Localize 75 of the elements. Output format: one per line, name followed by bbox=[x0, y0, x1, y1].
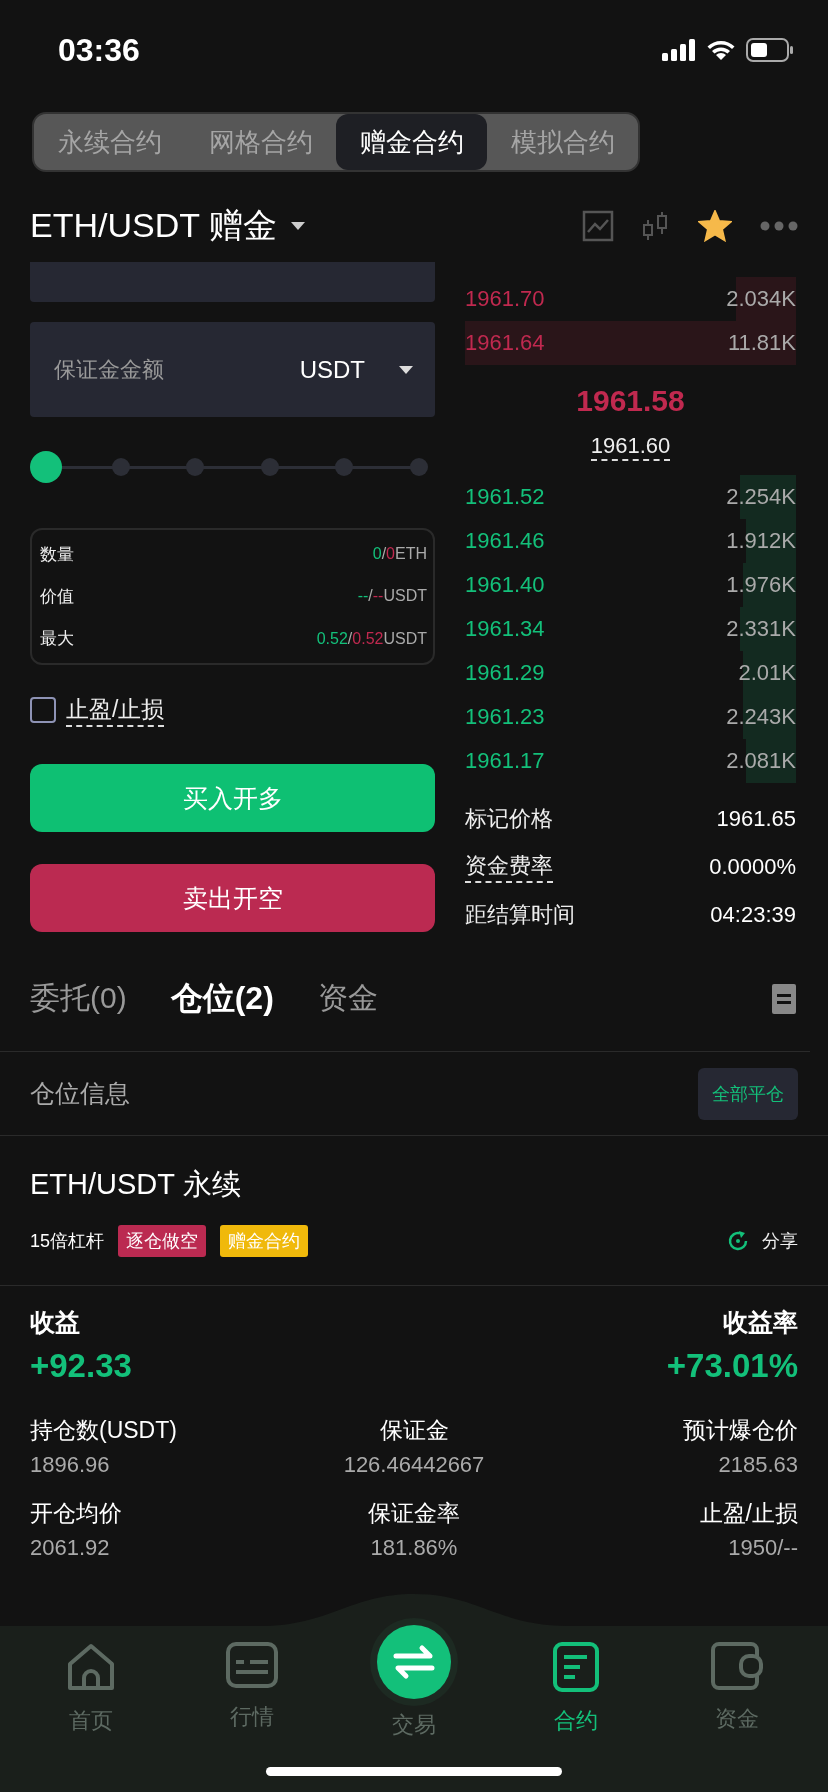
summary-label: 价值 bbox=[40, 586, 74, 608]
bid-row[interactable]: 1961.52 2.254K bbox=[465, 475, 796, 519]
home-icon[interactable] bbox=[65, 1642, 116, 1692]
info-label[interactable]: 资金费率 bbox=[465, 851, 553, 883]
sell-short-button[interactable]: 卖出开空 bbox=[30, 864, 435, 932]
summary-label: 数量 bbox=[40, 543, 74, 566]
pnl-value: +92.33 bbox=[30, 1347, 132, 1385]
position-title: ETH/USDT 永续 bbox=[30, 1166, 242, 1202]
bid-row[interactable]: 1961.34 2.331K bbox=[465, 607, 796, 651]
stat-label: 开仓均价 bbox=[30, 1499, 123, 1528]
contract-tab[interactable]: 赠金合约 bbox=[336, 114, 487, 170]
stat-value: 1896.96 bbox=[30, 1452, 111, 1478]
caret-icon[interactable] bbox=[399, 365, 413, 374]
more-icon[interactable] bbox=[760, 221, 798, 231]
bid-row[interactable]: 1961.46 1.912K bbox=[465, 519, 796, 563]
section-title: 仓位信息 bbox=[30, 1078, 130, 1109]
mark-price[interactable]: 1961.60 bbox=[590, 433, 671, 461]
signal-icon bbox=[662, 39, 696, 61]
status-time: 03:36 bbox=[58, 31, 140, 69]
nav-tab[interactable]: 合约 bbox=[515, 1642, 636, 1740]
stat-label: 保证金 bbox=[379, 1416, 449, 1445]
candlestick-icon[interactable] bbox=[642, 210, 670, 242]
order-type-field[interactable] bbox=[30, 262, 435, 302]
pnl-rate-label: 收益率 bbox=[723, 1307, 798, 1338]
position-tag: 逐仓做空 bbox=[118, 1224, 207, 1257]
summary-value: 0.52/0.52USDT bbox=[316, 629, 427, 648]
share-icon[interactable] bbox=[726, 1228, 750, 1253]
stat-value: 126.46442667 bbox=[343, 1452, 485, 1478]
pair-title[interactable]: ETH/USDT 赠金 bbox=[30, 203, 277, 249]
stat-value: 2185.63 bbox=[718, 1452, 798, 1478]
unit-selector[interactable]: USDT bbox=[299, 355, 365, 384]
line-chart-icon[interactable] bbox=[582, 210, 614, 242]
stat-value: 1950/-- bbox=[728, 1535, 798, 1561]
battery-icon bbox=[746, 38, 794, 62]
wifi-icon bbox=[706, 39, 736, 61]
pnl-rate-value: +73.01% bbox=[666, 1347, 798, 1385]
info-value: 04:23:39 bbox=[710, 902, 796, 928]
wallet-icon[interactable] bbox=[711, 1642, 764, 1690]
position-tab[interactable]: 资金 bbox=[317, 978, 378, 1019]
swap-icon[interactable] bbox=[376, 1624, 452, 1700]
summary-label: 最大 bbox=[40, 628, 74, 651]
ask-row[interactable]: 1961.64 11.81K bbox=[465, 321, 796, 365]
stat-label: 预计爆仓价 bbox=[683, 1416, 798, 1445]
ask-row[interactable]: 1961.70 2.034K bbox=[465, 277, 796, 321]
info-value: 1961.65 bbox=[716, 806, 796, 832]
info-label: 标记价格 bbox=[465, 805, 553, 833]
summary-value: 0/0ETH bbox=[372, 545, 427, 564]
pnl-label: 收益 bbox=[30, 1307, 81, 1338]
tp-sl-label[interactable]: 止盈/止损 bbox=[66, 693, 165, 727]
leverage-label: 15倍杠杆 bbox=[30, 1229, 105, 1253]
stat-label: 持仓数(USDT) bbox=[30, 1416, 178, 1445]
document-icon[interactable] bbox=[552, 1642, 599, 1692]
stat-label: 保证金率 bbox=[368, 1499, 460, 1528]
bid-row[interactable]: 1961.17 2.081K bbox=[465, 739, 796, 783]
stat-value: 2061.92 bbox=[30, 1535, 111, 1561]
last-price: 1961.58 bbox=[575, 383, 686, 419]
caret-icon[interactable] bbox=[290, 222, 305, 230]
close-all-button[interactable]: 全部平仓 bbox=[698, 1067, 798, 1120]
bid-row[interactable]: 1961.29 2.01K bbox=[465, 651, 796, 695]
star-icon[interactable] bbox=[698, 210, 732, 242]
margin-input[interactable]: 保证金金额 bbox=[52, 355, 280, 384]
info-label: 距结算时间 bbox=[465, 901, 575, 929]
info-value: 0.0000% bbox=[709, 854, 796, 880]
position-tab[interactable]: 委托(0) bbox=[30, 978, 127, 1019]
position-tab[interactable]: 仓位(2) bbox=[170, 976, 274, 1021]
stat-label: 止盈/止损 bbox=[699, 1499, 798, 1528]
document-icon[interactable] bbox=[772, 983, 796, 1014]
card-icon[interactable] bbox=[226, 1642, 279, 1688]
checkbox[interactable] bbox=[30, 697, 56, 723]
share-button[interactable]: 分享 bbox=[726, 1228, 798, 1253]
bid-row[interactable]: 1961.40 1.976K bbox=[465, 563, 796, 607]
stat-value: 181.86% bbox=[370, 1535, 458, 1561]
bid-row[interactable]: 1961.23 2.243K bbox=[465, 695, 796, 739]
summary-value: --/--USDT bbox=[357, 587, 427, 606]
position-tag: 赠金合约 bbox=[220, 1224, 309, 1257]
